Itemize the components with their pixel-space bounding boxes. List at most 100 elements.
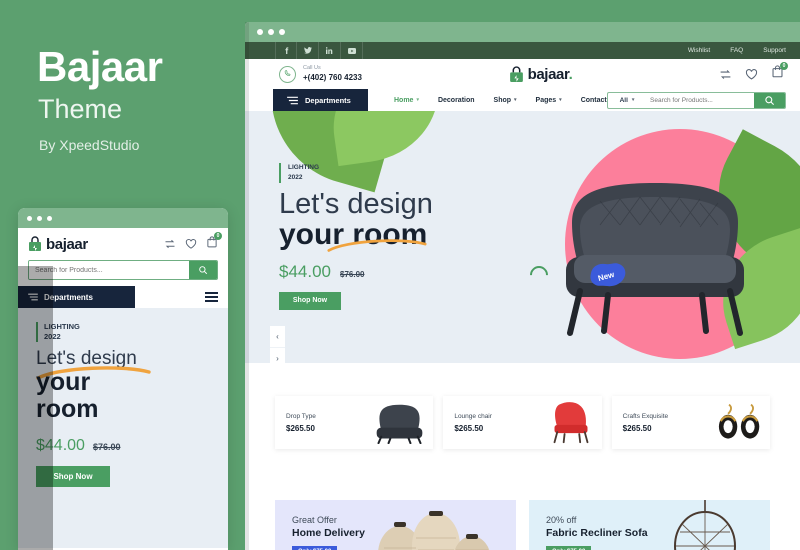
bag-logo-icon [509,65,523,82]
hero-carousel-nav: ‹ › [270,326,285,363]
promo-price-badge: Only $75.00 [292,546,338,550]
window-dot-minimize[interactable] [268,29,274,35]
linkedin-icon[interactable] [319,42,341,59]
nav-item-pages[interactable]: Pages ▾ [536,97,562,104]
search-input[interactable] [646,96,754,104]
logo-dot: . [568,65,573,83]
call-us-text: Call Us +(402) 760 4233 [303,65,362,82]
call-us-block[interactable]: Call Us +(402) 760 4233 [279,65,362,83]
hero-eyebrow-line1: LIGHTING [288,164,320,171]
topbar-link-support[interactable]: Support [763,47,786,54]
window-dot-maximize[interactable] [47,215,52,221]
nav-item-contact[interactable]: Contact [581,97,607,104]
hero-eyebrow-line2: 2022 [288,173,303,181]
mobile-cart-count: 0 [214,232,222,240]
cart-count-badge: 0 [780,62,788,70]
mobile-header-icons: 0 [164,232,222,253]
hero-price: $44.00 $76.00 [279,262,433,282]
carousel-next-button[interactable]: › [270,348,285,363]
hero-price-new: $44.00 [279,261,331,281]
hero-title-line2-wrap: your room [279,219,433,253]
leaf-decoration-icon [324,111,448,167]
mobile-search-input[interactable] [29,261,189,279]
hero-armchair-image [566,183,744,336]
product-price: $265.50 [622,423,652,433]
promo-banner-recliner-sofa[interactable]: 20% off Fabric Recliner Sofa Only $75.00 [529,500,770,550]
nav-label-home: Home [394,96,414,104]
topbar-link-wishlist[interactable]: Wishlist [688,47,710,54]
search-category-label: All [619,96,628,104]
window-dot-close[interactable] [257,29,263,35]
nav-item-shop[interactable]: Shop ▾ [494,97,517,104]
window-dot-maximize[interactable] [279,29,285,35]
product-info: Drop Type $265.50 [286,413,316,433]
loading-arc-icon [526,262,552,288]
mobile-hero-eyebrow-line2: 2022 [44,332,61,342]
topbar-links: Wishlist FAQ Support [688,47,786,54]
departments-label: Departments [305,95,351,105]
mobile-hero-title-2a: your [36,368,91,397]
promo-banner-home-delivery[interactable]: Great Offer Home Delivery Only $75.00 [275,500,516,550]
search-button[interactable] [754,92,785,108]
hero-text-block: LIGHTING 2022 Let's design your room $44… [279,163,433,310]
armchair-product-icon [377,404,423,444]
nav-menu: Home ▾ Decoration Shop ▾ Pages ▾ Contact [368,89,607,111]
mobile-cart[interactable]: 0 [206,232,222,253]
main-navigation: Departments Home ▾ Decoration Shop ▾ Pages… [245,89,800,111]
topbar-link-faq[interactable]: FAQ [730,47,743,54]
mobile-preview: bajaar 0 Search for Products... Departme… [18,208,228,550]
promo-price-badge: Only $75.00 [546,546,592,550]
mobile-logo-text: bajaar [46,235,88,253]
panel-divider-shadow [245,22,249,550]
shop-now-button[interactable]: Shop Now [279,291,341,310]
youtube-icon[interactable] [341,42,363,59]
mobile-departments-button[interactable]: Departments [18,286,135,308]
mobile-price-new: $44.00 [36,437,85,455]
phone-icon [279,65,296,83]
cart-button[interactable]: 0 [771,62,788,83]
mobile-header: bajaar 0 [18,228,228,258]
hanging-egg-chair-image [673,500,737,550]
mobile-hero-title-2: your room [36,366,228,423]
wishlist-heart-icon[interactable] [745,68,758,81]
carousel-prev-button[interactable]: ‹ [270,326,285,348]
window-dot-minimize[interactable] [37,215,42,221]
hamburger-menu-icon[interactable] [205,292,218,302]
product-title: Drop Type [286,412,316,420]
compare-icon[interactable] [719,68,732,81]
new-badge: New [585,261,627,291]
site-logo-text: bajaar. [528,66,573,83]
list-lines-icon [287,96,298,104]
product-info: Crafts Exquisite $265.50 [623,413,669,433]
mobile-logo[interactable]: bajaar [28,236,88,253]
search-category-select[interactable]: All ▾ [608,97,646,104]
mobile-search-bar[interactable] [28,260,218,280]
product-title: Lounge chair [454,412,492,420]
table-row[interactable]: Crafts Exquisite $265.50 [611,396,770,449]
table-row[interactable]: Lounge chair $265.50 [443,396,602,449]
facebook-icon[interactable] [275,42,297,59]
table-row[interactable]: Drop Type $265.50 [275,396,434,449]
wishlist-heart-icon[interactable] [185,238,197,250]
page-title: Bajaar [37,43,163,90]
topbar: Wishlist FAQ Support [245,42,800,59]
twitter-icon[interactable] [297,42,319,59]
author-credit: By XpeedStudio [39,137,140,153]
nav-label-shop: Shop [493,96,512,104]
mobile-shop-now-button[interactable]: Shop Now [36,466,110,488]
compare-icon[interactable] [164,238,176,250]
mobile-price-old: $76.00 [92,442,121,453]
desktop-window-titlebar [245,22,800,42]
search-bar: All ▾ [607,91,786,109]
nav-item-home[interactable]: Home ▾ [394,97,419,104]
window-dot-close[interactable] [27,215,32,221]
site-logo[interactable]: bajaar. [509,66,573,83]
mobile-departments-label: Departments [44,292,93,302]
nav-item-decoration[interactable]: Decoration [438,97,475,104]
mobile-search-button[interactable] [189,261,217,279]
product-price: $265.50 [286,423,315,433]
site-header: Call Us +(402) 760 4233 bajaar. 0 [245,59,800,89]
search-icon [199,266,208,275]
departments-button[interactable]: Departments [273,89,368,111]
chevron-down-icon: ▾ [416,97,419,103]
